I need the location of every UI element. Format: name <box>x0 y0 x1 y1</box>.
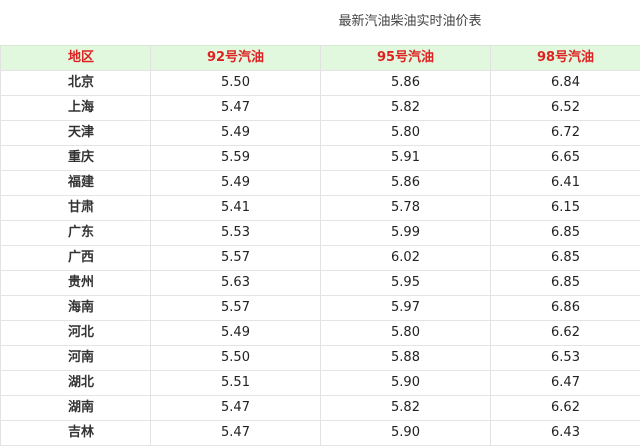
price-98-cell: 6.53 <box>490 345 640 371</box>
table-row: 海南 5.57 5.97 6.86 <box>0 295 640 321</box>
price-98-cell: 6.65 <box>490 145 640 171</box>
price-92-cell: 5.41 <box>150 195 321 221</box>
table-row: 广东 5.53 5.99 6.85 <box>0 220 640 246</box>
region-cell: 湖南 <box>0 395 151 421</box>
price-95-cell: 5.86 <box>320 70 491 96</box>
price-92-cell: 5.53 <box>150 220 321 246</box>
table-row: 河南 5.50 5.88 6.53 <box>0 345 640 371</box>
price-98-cell: 6.52 <box>490 95 640 121</box>
price-92-cell: 5.51 <box>150 370 321 396</box>
table-row: 上海 5.47 5.82 6.52 <box>0 95 640 121</box>
table-row: 福建 5.49 5.86 6.41 <box>0 170 640 196</box>
page-title: 最新汽油柴油实时油价表 <box>338 14 482 29</box>
price-98-cell: 6.84 <box>490 70 640 96</box>
table-row: 重庆 5.59 5.91 6.65 <box>0 145 640 171</box>
region-cell: 贵州 <box>0 270 151 296</box>
price-95-cell: 5.90 <box>320 420 491 446</box>
region-cell: 重庆 <box>0 145 151 171</box>
price-95-cell: 5.97 <box>320 295 491 321</box>
price-95-cell: 6.02 <box>320 245 491 271</box>
price-98-cell: 6.41 <box>490 170 640 196</box>
price-95-cell: 5.90 <box>320 370 491 396</box>
price-92-cell: 5.49 <box>150 120 321 146</box>
table-row: 湖北 5.51 5.90 6.47 <box>0 370 640 396</box>
price-92-cell: 5.50 <box>150 345 321 371</box>
price-92-cell: 5.57 <box>150 295 321 321</box>
price-95-cell: 5.82 <box>320 395 491 421</box>
price-95-cell: 5.80 <box>320 320 491 346</box>
table-row: 甘肃 5.41 5.78 6.15 <box>0 195 640 221</box>
region-cell: 吉林 <box>0 420 151 446</box>
table-row: 吉林 5.47 5.90 6.43 <box>0 420 640 446</box>
price-92-cell: 5.50 <box>150 70 321 96</box>
price-98-cell: 6.62 <box>490 320 640 346</box>
table-row: 北京 5.50 5.86 6.84 <box>0 70 640 96</box>
price-95-cell: 5.95 <box>320 270 491 296</box>
price-92-cell: 5.47 <box>150 95 321 121</box>
price-92-cell: 5.49 <box>150 170 321 196</box>
price-98-cell: 6.72 <box>490 120 640 146</box>
region-cell: 福建 <box>0 170 151 196</box>
price-98-cell: 6.43 <box>490 420 640 446</box>
price-95-cell: 5.99 <box>320 220 491 246</box>
region-cell: 海南 <box>0 295 151 321</box>
region-cell: 河南 <box>0 345 151 371</box>
table-row: 天津 5.49 5.80 6.72 <box>0 120 640 146</box>
price-95-cell: 5.86 <box>320 170 491 196</box>
table-row: 河北 5.49 5.80 6.62 <box>0 320 640 346</box>
oil-price-table: 地区 92号汽油 95号汽油 98号汽油 北京 5.50 5.86 6.84 上海 5.4… <box>0 45 640 446</box>
price-92-cell: 5.47 <box>150 395 321 421</box>
table-body: 北京 5.50 5.86 6.84 上海 5.47 5.82 6.52 天津 5.49 5.80 6.… <box>0 70 640 446</box>
price-92-cell: 5.59 <box>150 145 321 171</box>
price-92-cell: 5.63 <box>150 270 321 296</box>
region-cell: 河北 <box>0 320 151 346</box>
price-92-cell: 5.57 <box>150 245 321 271</box>
table-header: 地区 92号汽油 95号汽油 98号汽油 <box>0 45 640 71</box>
price-92-cell: 5.49 <box>150 320 321 346</box>
price-98-cell: 6.47 <box>490 370 640 396</box>
region-cell: 甘肃 <box>0 195 151 221</box>
region-cell: 上海 <box>0 95 151 121</box>
region-cell: 广东 <box>0 220 151 246</box>
price-95-cell: 5.78 <box>320 195 491 221</box>
header-row: 地区 92号汽油 95号汽油 98号汽油 <box>0 45 640 71</box>
price-98-cell: 6.85 <box>490 245 640 271</box>
price-95-cell: 5.80 <box>320 120 491 146</box>
price-95-cell: 5.88 <box>320 345 491 371</box>
column-header-98: 98号汽油 <box>490 45 640 71</box>
price-98-cell: 6.62 <box>490 395 640 421</box>
price-95-cell: 5.82 <box>320 95 491 121</box>
price-98-cell: 6.86 <box>490 295 640 321</box>
table-row: 湖南 5.47 5.82 6.62 <box>0 395 640 421</box>
region-cell: 广西 <box>0 245 151 271</box>
price-98-cell: 6.85 <box>490 270 640 296</box>
price-98-cell: 6.15 <box>490 195 640 221</box>
region-cell: 天津 <box>0 120 151 146</box>
region-cell: 湖北 <box>0 370 151 396</box>
column-header-95: 95号汽油 <box>320 45 491 71</box>
price-95-cell: 5.91 <box>320 145 491 171</box>
region-cell: 北京 <box>0 70 151 96</box>
column-header-92: 92号汽油 <box>150 45 321 71</box>
price-92-cell: 5.47 <box>150 420 321 446</box>
table-row: 广西 5.57 6.02 6.85 <box>0 245 640 271</box>
table-row: 贵州 5.63 5.95 6.85 <box>0 270 640 296</box>
price-98-cell: 6.85 <box>490 220 640 246</box>
column-header-region: 地区 <box>0 45 151 71</box>
